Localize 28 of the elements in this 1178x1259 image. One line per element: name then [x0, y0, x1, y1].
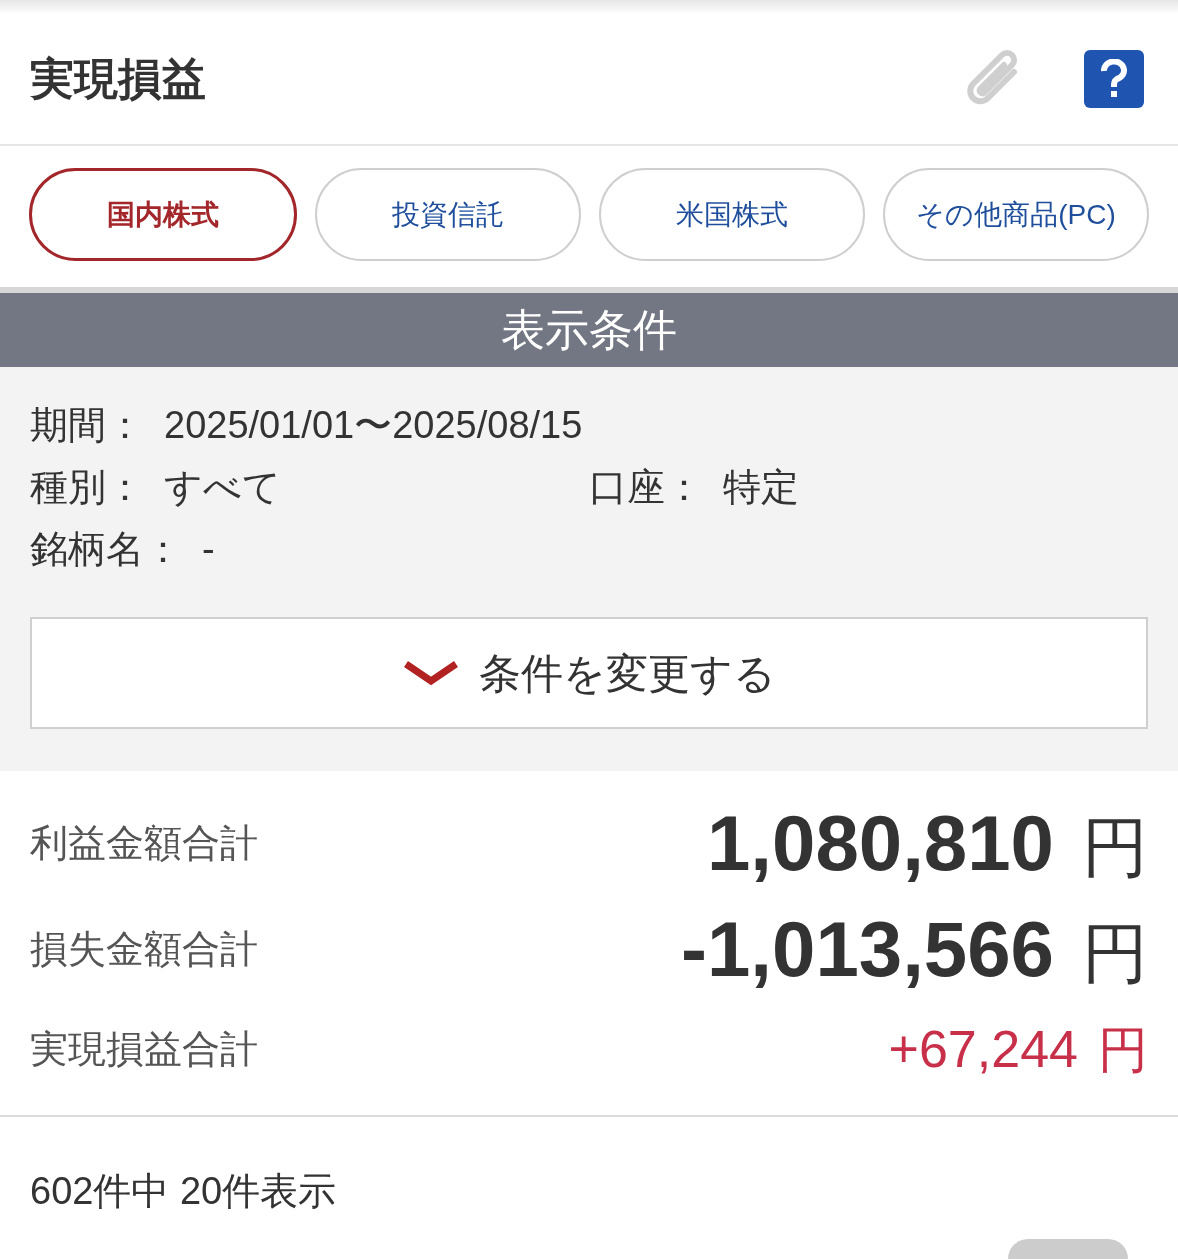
condition-value: すべて: [164, 467, 281, 507]
condition-label: 口座：: [589, 467, 703, 507]
chevron-down-icon: [402, 660, 459, 686]
total-amount: 1,080,810: [707, 797, 1054, 889]
currency-unit: 円: [1082, 808, 1148, 886]
condition-label: 種別：: [30, 467, 144, 507]
total-amount: -1,013,566: [681, 903, 1054, 995]
question-icon: [1101, 59, 1127, 99]
currency-unit: 円: [1098, 1021, 1148, 1080]
category-tab[interactable]: その他商品(PC): [883, 168, 1149, 261]
condition-label: 期間：: [30, 405, 144, 445]
page-title: 実現損益: [30, 53, 206, 105]
section-header: 表示条件: [0, 293, 1178, 367]
total-label: 実現損益合計: [30, 1026, 258, 1072]
category-tab[interactable]: 投資信託: [315, 168, 581, 261]
category-tab[interactable]: 米国株式: [599, 168, 865, 261]
condition-value: -: [202, 529, 215, 569]
condition-value: 特定: [723, 467, 799, 507]
condition-label: 銘柄名：: [30, 529, 182, 569]
change-conditions-button[interactable]: 条件を変更する: [30, 617, 1148, 729]
total-label: 利益金額合計: [30, 820, 258, 866]
total-label: 損失金額合計: [30, 926, 258, 972]
help-button[interactable]: [1084, 50, 1144, 108]
currency-unit: 円: [1082, 914, 1148, 992]
category-tab[interactable]: 国内株式: [29, 168, 297, 261]
result-count: 602件中 20件表示: [30, 1170, 337, 1212]
condition-value: 2025/01/01〜2025/08/15: [164, 405, 583, 445]
total-amount: +67,244: [888, 1019, 1078, 1080]
